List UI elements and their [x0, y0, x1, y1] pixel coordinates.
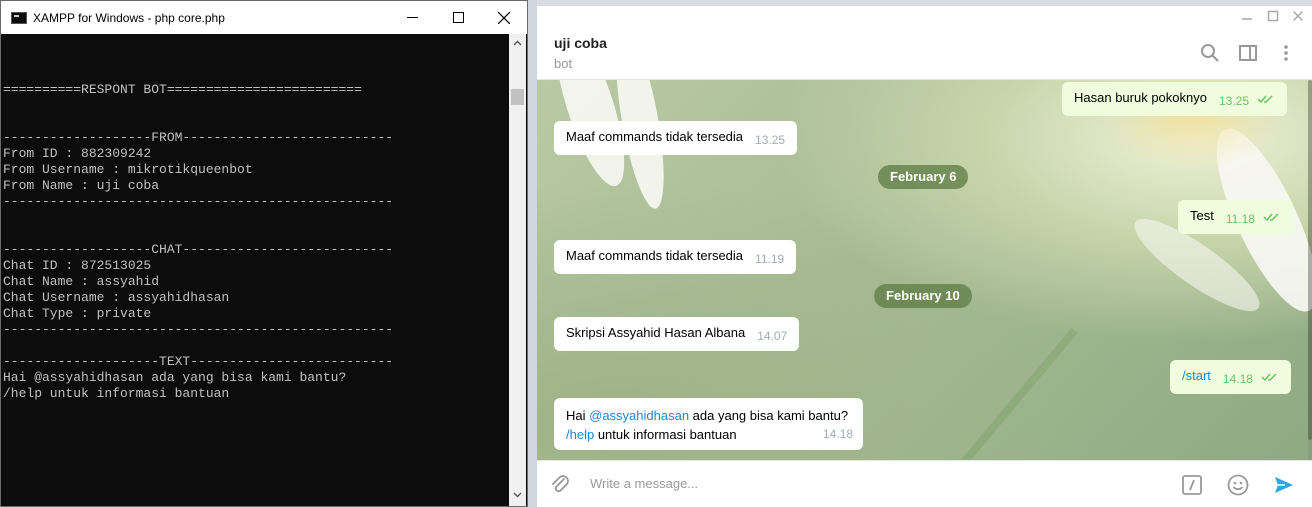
message-outgoing[interactable]: Hasan buruk pokoknyo 13.25 — [1062, 82, 1287, 116]
search-icon[interactable] — [1200, 43, 1220, 63]
console-line: Chat Username : assyahidhasan — [3, 290, 230, 305]
bot-command-icon[interactable] — [1180, 473, 1204, 497]
sidebar-toggle-icon[interactable] — [1238, 43, 1258, 63]
console-line: ----------------------------------------… — [3, 194, 394, 209]
console-line: ----------------------------------------… — [3, 322, 394, 337]
message-input[interactable]: Write a message... — [590, 476, 698, 491]
console-line: Chat Type : private — [3, 306, 152, 321]
message-outgoing[interactable]: /start 14.18 — [1170, 360, 1291, 394]
close-icon — [498, 11, 510, 24]
chat-status: bot — [554, 56, 573, 71]
message-line: /help untuk informasi bantuan 14.18 — [566, 425, 853, 444]
background-stem — [904, 327, 1078, 460]
read-double-check-icon — [1263, 213, 1279, 222]
scroll-down-icon[interactable] — [513, 490, 522, 499]
console-scroll-thumb[interactable] — [511, 89, 524, 105]
message-incoming[interactable]: Maaf commands tidak tersedia 11.19 — [554, 240, 797, 274]
emoji-icon[interactable] — [1226, 473, 1250, 497]
chat-header[interactable]: uji coba bot — [537, 26, 1312, 80]
message-incoming[interactable]: Skripsi Assyahid Hasan Albana 14.07 — [554, 317, 800, 351]
scroll-up-icon[interactable] — [513, 39, 522, 48]
console-line: Chat Name : assyahid — [3, 274, 160, 289]
message-outgoing[interactable]: Test 11.18 — [1178, 200, 1293, 234]
maximize-icon[interactable] — [1267, 10, 1279, 22]
message-time: 11.19 — [755, 252, 785, 266]
console-scrollbar[interactable] — [509, 34, 526, 506]
message-text: ada yang bisa kami bantu? — [689, 408, 849, 423]
console-line: Hai @assyahidhasan ada yang bisa kami ba… — [3, 370, 347, 385]
message-text: Skripsi Assyahid Hasan Albana — [566, 325, 746, 340]
close-button[interactable] — [481, 1, 527, 34]
mention-link[interactable]: @assyahidhasan — [589, 408, 689, 423]
telegram-window[interactable]: uji coba bot Hasan buruk pokoknyo 13.25 M… — [537, 6, 1312, 507]
chat-scrollbar-thumb[interactable] — [1308, 80, 1312, 440]
console-line: -------------------FROM-----------------… — [3, 130, 394, 145]
bot-command-link[interactable]: /start — [1182, 368, 1211, 383]
console-app-icon — [11, 11, 27, 24]
console-line: From Username : mikrotikqueenbot — [3, 162, 253, 177]
console-line: ==========RESPONT BOT===================… — [3, 82, 362, 97]
console-output[interactable]: ==========RESPONT BOT===================… — [1, 34, 511, 506]
maximize-icon — [452, 12, 464, 23]
message-incoming[interactable]: Hai @assyahidhasan ada yang bisa kami ba… — [554, 398, 863, 450]
message-composer[interactable]: Write a message... — [537, 460, 1312, 507]
console-line: From Name : uji coba — [3, 178, 160, 193]
message-time: 14.07 — [757, 329, 788, 343]
message-text: untuk informasi bantuan — [594, 427, 737, 442]
message-time: 14.18 — [1222, 372, 1253, 386]
console-window[interactable]: XAMPP for Windows - php core.php =======… — [0, 0, 528, 507]
read-double-check-icon — [1257, 95, 1273, 104]
send-icon[interactable] — [1272, 473, 1296, 497]
desktop-gap — [528, 0, 537, 507]
chat-history[interactable]: Hasan buruk pokoknyo 13.25 Maaf commands … — [537, 80, 1312, 460]
console-line: /help untuk informasi bantuan — [3, 386, 230, 401]
minimize-icon — [406, 17, 418, 18]
message-text: Test — [1190, 208, 1214, 223]
bot-command-link[interactable]: /help — [566, 427, 594, 442]
message-line: Hai @assyahidhasan ada yang bisa kami ba… — [566, 406, 851, 425]
console-titlebar[interactable]: XAMPP for Windows - php core.php — [1, 1, 527, 34]
console-line: -------------------CHAT-----------------… — [3, 242, 394, 257]
message-time: 13.25 — [755, 133, 786, 147]
minimize-button[interactable] — [389, 1, 435, 34]
message-text: Hasan buruk pokoknyo — [1074, 90, 1207, 105]
telegram-titlebar[interactable] — [537, 6, 1312, 26]
message-incoming[interactable]: Maaf commands tidak tersedia 13.25 — [554, 121, 798, 155]
console-line: --------------------TEXT----------------… — [3, 354, 394, 369]
message-time: 14.18 — [822, 427, 853, 441]
maximize-button[interactable] — [435, 1, 481, 34]
message-text: Maaf commands tidak tersedia — [566, 248, 744, 263]
date-separator: February 10 — [874, 284, 972, 308]
chat-title[interactable]: uji coba — [554, 35, 607, 51]
message-text: Maaf commands tidak tersedia — [566, 129, 744, 144]
read-double-check-icon — [1261, 373, 1277, 382]
console-line: Chat ID : 872513025 — [3, 258, 152, 273]
minimize-icon[interactable] — [1241, 10, 1253, 22]
message-time: 11.18 — [1225, 212, 1255, 226]
close-icon[interactable] — [1292, 10, 1304, 22]
message-time: 13.25 — [1218, 94, 1250, 108]
console-line: From ID : 882309242 — [3, 146, 152, 161]
console-title: XAMPP for Windows - php core.php — [33, 10, 225, 25]
more-vertical-icon[interactable] — [1276, 43, 1296, 63]
message-text: Hai — [566, 408, 590, 423]
attach-icon[interactable] — [548, 473, 572, 497]
date-separator: February 6 — [878, 165, 969, 189]
